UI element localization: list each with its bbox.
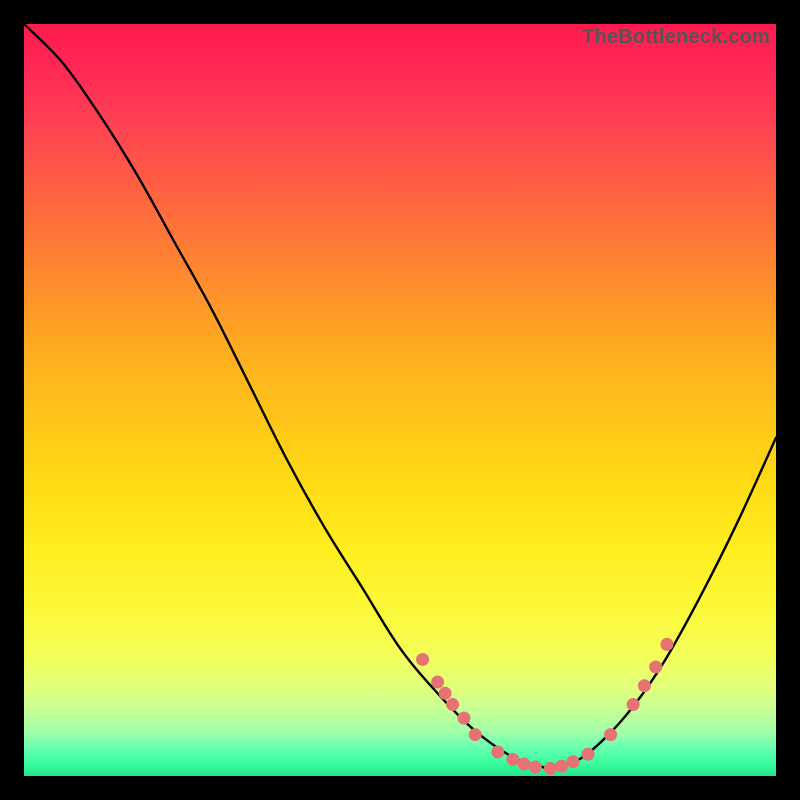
curve-marker xyxy=(604,728,617,741)
curve-marker xyxy=(446,698,459,711)
curve-marker xyxy=(506,753,519,766)
curve-marker xyxy=(555,760,568,773)
curve-marker xyxy=(416,653,429,666)
curve-marker xyxy=(660,638,673,651)
curve-marker xyxy=(491,745,504,758)
curve-marker xyxy=(649,660,662,673)
curve-marker xyxy=(457,712,470,725)
curve-marker xyxy=(518,757,531,770)
curve-marker xyxy=(582,748,595,761)
chart-frame: TheBottleneck.com xyxy=(0,0,800,800)
chart-svg xyxy=(24,24,776,776)
bottleneck-curve-line xyxy=(24,24,776,768)
curve-marker xyxy=(638,679,651,692)
curve-marker xyxy=(566,755,579,768)
curve-marker xyxy=(529,760,542,773)
curve-marker xyxy=(431,676,444,689)
curve-marker xyxy=(469,728,482,741)
curve-markers xyxy=(416,638,673,775)
curve-marker xyxy=(627,698,640,711)
curve-marker xyxy=(439,687,452,700)
chart-plot-area: TheBottleneck.com xyxy=(24,24,776,776)
curve-marker xyxy=(544,762,557,775)
